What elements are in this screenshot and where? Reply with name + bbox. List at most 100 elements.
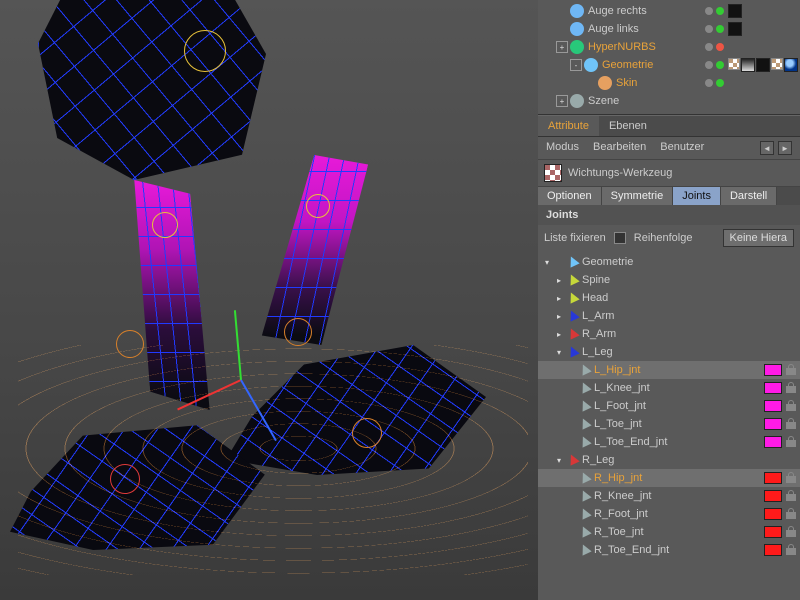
joint-row[interactable]: L_Hip_jnt [538, 361, 800, 379]
tab-ebenen[interactable]: Ebenen [599, 116, 657, 136]
expander-icon[interactable] [566, 509, 576, 519]
expander-icon[interactable]: ▸ [554, 329, 564, 339]
expander-icon[interactable] [566, 401, 576, 411]
hierarchy-item[interactable]: Auge rechts [538, 2, 800, 20]
expander-icon[interactable] [566, 383, 576, 393]
lock-icon[interactable] [786, 472, 796, 484]
axis-gizmo[interactable] [240, 380, 241, 381]
status-dot[interactable] [716, 43, 724, 51]
menu-modus[interactable]: Modus [546, 141, 579, 155]
status-dot[interactable] [705, 79, 713, 87]
subtab-symmetrie[interactable]: Symmetrie [602, 187, 674, 205]
expander-icon[interactable]: + [556, 41, 568, 53]
tag-icon[interactable] [728, 22, 742, 36]
joint-row[interactable]: ▸Head [538, 289, 800, 307]
nav-back-icon[interactable]: ◄ [760, 141, 774, 155]
tag-icon[interactable] [741, 58, 755, 72]
control-ring[interactable] [306, 194, 330, 218]
status-dot[interactable] [716, 61, 724, 69]
lock-icon[interactable] [786, 364, 796, 376]
joint-row[interactable]: L_Toe_jnt [538, 415, 800, 433]
status-dot[interactable] [716, 79, 724, 87]
lock-icon[interactable] [786, 382, 796, 394]
joints-tree[interactable]: ▾Geometrie▸Spine▸Head▸L_Arm▸R_Arm▾L_LegL… [538, 251, 800, 561]
expander-icon[interactable]: ▸ [554, 275, 564, 285]
weight-color-swatch[interactable] [764, 418, 782, 430]
joint-row[interactable]: L_Toe_End_jnt [538, 433, 800, 451]
expander-icon[interactable]: + [556, 95, 568, 107]
subtab-joints[interactable]: Joints [673, 187, 721, 205]
order-dropdown[interactable]: Keine Hiera [723, 229, 794, 247]
status-dot[interactable] [705, 25, 713, 33]
object-manager[interactable]: Auge rechtsAuge links+HyperNURBS-Geometr… [538, 0, 800, 115]
lock-icon[interactable] [786, 490, 796, 502]
tag-icon[interactable] [771, 58, 783, 70]
expander-icon[interactable]: ▾ [554, 455, 564, 465]
joint-row[interactable]: L_Knee_jnt [538, 379, 800, 397]
nav-fwd-icon[interactable]: ► [778, 141, 792, 155]
status-dot[interactable] [716, 25, 724, 33]
joint-row[interactable]: ▾R_Leg [538, 451, 800, 469]
tag-icon[interactable] [728, 58, 740, 70]
weight-color-swatch[interactable] [764, 508, 782, 520]
hierarchy-item[interactable]: Auge links [538, 20, 800, 38]
control-ring[interactable] [284, 318, 312, 346]
expander-icon[interactable] [566, 527, 576, 537]
control-ring[interactable] [116, 330, 144, 358]
menu-benutzer[interactable]: Benutzer [660, 141, 704, 155]
control-ring[interactable] [352, 418, 382, 448]
tag-icon[interactable] [728, 4, 742, 18]
expander-icon[interactable] [566, 419, 576, 429]
hierarchy-item[interactable]: -Geometrie [538, 56, 800, 74]
expander-icon[interactable] [566, 365, 576, 375]
viewport-3d[interactable] [0, 0, 538, 600]
status-dot[interactable] [705, 43, 713, 51]
weight-color-swatch[interactable] [764, 400, 782, 412]
expander-icon[interactable] [566, 437, 576, 447]
joint-row[interactable]: L_Foot_jnt [538, 397, 800, 415]
tag-icon[interactable] [784, 58, 798, 72]
hierarchy-item[interactable]: +Szene [538, 92, 800, 110]
status-dot[interactable] [705, 61, 713, 69]
hierarchy-item[interactable]: +HyperNURBS [538, 38, 800, 56]
subtab-optionen[interactable]: Optionen [538, 187, 602, 205]
weight-color-swatch[interactable] [764, 490, 782, 502]
weight-color-swatch[interactable] [764, 382, 782, 394]
tab-attribute[interactable]: Attribute [538, 116, 599, 136]
expander-icon[interactable]: ▾ [554, 347, 564, 357]
lock-icon[interactable] [786, 526, 796, 538]
joint-row[interactable]: ▸L_Arm [538, 307, 800, 325]
expander-icon[interactable]: ▸ [554, 311, 564, 321]
joint-row[interactable]: ▾L_Leg [538, 343, 800, 361]
weight-color-swatch[interactable] [764, 436, 782, 448]
status-dot[interactable] [705, 7, 713, 15]
expander-icon[interactable]: ▸ [554, 293, 564, 303]
expander-icon[interactable] [566, 491, 576, 501]
joint-row[interactable]: R_Hip_jnt [538, 469, 800, 487]
joint-row[interactable]: R_Toe_jnt [538, 523, 800, 541]
hierarchy-item[interactable]: Skin [538, 74, 800, 92]
expander-icon[interactable]: - [570, 59, 582, 71]
weight-color-swatch[interactable] [764, 364, 782, 376]
joint-row[interactable]: R_Toe_End_jnt [538, 541, 800, 559]
status-dot[interactable] [716, 7, 724, 15]
joint-row[interactable]: R_Foot_jnt [538, 505, 800, 523]
menu-bearbeiten[interactable]: Bearbeiten [593, 141, 646, 155]
tag-icon[interactable] [756, 58, 770, 72]
lock-icon[interactable] [786, 544, 796, 556]
expander-icon[interactable] [566, 545, 576, 555]
expander-icon[interactable] [566, 473, 576, 483]
weight-color-swatch[interactable] [764, 526, 782, 538]
joint-row[interactable]: ▸R_Arm [538, 325, 800, 343]
control-ring[interactable] [110, 464, 140, 494]
joint-tree-root[interactable]: ▾Geometrie [538, 253, 800, 271]
control-ring[interactable] [152, 212, 178, 238]
weight-color-swatch[interactable] [764, 544, 782, 556]
lock-icon[interactable] [786, 418, 796, 430]
fix-list-checkbox[interactable] [614, 232, 626, 244]
joint-row[interactable]: ▸Spine [538, 271, 800, 289]
subtab-darstellung[interactable]: Darstell [721, 187, 777, 205]
control-ring[interactable] [184, 30, 226, 72]
lock-icon[interactable] [786, 400, 796, 412]
joint-row[interactable]: R_Knee_jnt [538, 487, 800, 505]
